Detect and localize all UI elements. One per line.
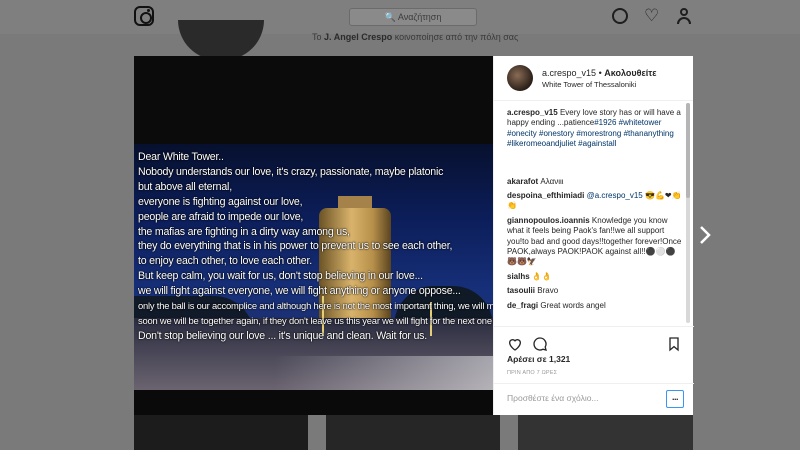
comment-text: Great words angel xyxy=(540,300,606,310)
comment-text: 👌👌 xyxy=(531,271,552,281)
photo-text-line: only the ball is our accomplice and alth… xyxy=(138,300,493,312)
user-icon[interactable] xyxy=(677,8,691,24)
hashtag-link[interactable]: #morestrong xyxy=(576,129,621,138)
hashtag-link[interactable]: #likeromeoandjuliet xyxy=(507,139,576,148)
profile-name: J. Angel Crespo xyxy=(324,32,393,42)
avatar[interactable] xyxy=(507,65,533,91)
bookmark-icon[interactable] xyxy=(666,336,682,352)
next-arrow-icon[interactable] xyxy=(699,225,711,245)
follow-button[interactable]: Ακολουθείτε xyxy=(604,68,656,78)
comments-list[interactable]: a.crespo_v15 Every love story has or wil… xyxy=(507,108,685,322)
photo-text-line: people are afraid to impede our love, xyxy=(138,210,304,223)
hashtag-link[interactable]: #againstall xyxy=(578,139,616,148)
search-icon: 🔍 xyxy=(384,12,396,22)
post-modal: Dear White Tower.. Nobody understands ou… xyxy=(134,56,694,415)
photo-text-line: to enjoy each other, to love each other. xyxy=(138,255,312,268)
comment-icon[interactable] xyxy=(532,336,548,352)
separator-dot: • xyxy=(598,67,602,78)
header-text: a.crespo_v15 • Ακολουθείτε White Tower o… xyxy=(542,68,657,89)
post-caption: a.crespo_v15 Every love story has or wil… xyxy=(507,108,685,150)
caption-username[interactable]: a.crespo_v15 xyxy=(507,108,558,117)
comment-username[interactable]: despoina_efthimiadi xyxy=(507,191,584,200)
background-thumbnail[interactable] xyxy=(326,415,500,450)
comments-scrollbar[interactable] xyxy=(686,103,690,323)
action-bar xyxy=(494,326,694,356)
header-top-line: a.crespo_v15 • Ακολουθείτε xyxy=(542,68,657,78)
hashtag-link[interactable]: #onecity xyxy=(507,129,537,138)
background-profile-line: Το J. Angel Crespo κοινοποίησε από την π… xyxy=(312,32,518,42)
background-profile-picture xyxy=(178,20,264,60)
comment: sialhs 👌👌 xyxy=(507,272,685,282)
search-bar[interactable]: 🔍 Αναζήτηση xyxy=(349,8,477,26)
mention-link[interactable]: @a.crespo_v15 xyxy=(587,191,643,200)
background-thumbnail[interactable] xyxy=(518,415,693,450)
comment: akarafot Αλανιιι xyxy=(507,177,685,187)
comment-input[interactable] xyxy=(507,393,657,403)
likes-count[interactable]: Αρέσει σε 1,321 xyxy=(507,354,570,364)
photo-text-line: they do everything that is in his power … xyxy=(138,240,453,253)
comment-username[interactable]: sialhs xyxy=(507,272,530,281)
photo-overlay-text: Dear White Tower.. Nobody understands ou… xyxy=(138,150,493,344)
comment: despoina_efthimiadi @a.crespo_v15 😎💪❤👏👏 xyxy=(507,191,685,212)
photo-text-line: everyone is fighting against our love, xyxy=(138,195,303,208)
comment: giannopoulos.ioannis Knowledge you know … xyxy=(507,216,685,268)
photo-text-line: we will fight against everyone, we will … xyxy=(138,285,461,298)
comment-box: ... xyxy=(494,383,694,415)
comment-username[interactable]: de_fragi xyxy=(507,301,538,310)
hashtag-link[interactable]: #onestory xyxy=(539,129,574,138)
comment: tasoulii Bravo xyxy=(507,286,685,296)
heart-icon[interactable]: ♡ xyxy=(644,7,659,24)
compass-icon[interactable] xyxy=(612,8,628,24)
photo-text-line: the mafias are fighting in a dirty way a… xyxy=(138,225,350,238)
photo-text-line: soon we will be together again, if they … xyxy=(138,314,493,326)
photo-text-line: Nobody understands our love, it's crazy,… xyxy=(138,165,444,178)
post-timestamp[interactable]: ΠΡΙΝ ΑΠΟ 7 ΩΡΕΣ xyxy=(507,370,557,376)
background-thumbnail[interactable] xyxy=(134,415,308,450)
comment-text: Αλανιιι xyxy=(540,176,564,186)
hashtag-link[interactable]: #1926 xyxy=(594,118,616,127)
post-header: a.crespo_v15 • Ακολουθείτε White Tower o… xyxy=(494,56,693,101)
profile-suffix: κοινοποίησε από την πόλη σας xyxy=(394,32,519,42)
hashtag-link[interactable]: #thananything xyxy=(624,129,674,138)
post-location[interactable]: White Tower of Thessaloniki xyxy=(542,80,657,89)
hashtag-link[interactable]: #whitetower xyxy=(619,118,662,127)
post-photo[interactable]: Dear White Tower.. Nobody understands ou… xyxy=(134,56,493,415)
comment-username[interactable]: giannopoulos.ioannis xyxy=(507,216,590,225)
photo-text-line: But keep calm, you wait for us, don't st… xyxy=(138,270,423,283)
comment: de_fragi Great words angel xyxy=(507,301,685,311)
photo-text-line: but above all eternal, xyxy=(138,180,232,193)
instagram-logo-icon[interactable] xyxy=(134,6,154,26)
photo-text-line: Don't stop believing our love ... it's u… xyxy=(138,329,427,342)
like-icon[interactable] xyxy=(507,336,523,352)
more-options-button[interactable]: ... xyxy=(666,390,684,408)
profile-prefix: Το xyxy=(312,32,322,42)
comment-username[interactable]: akarafot xyxy=(507,177,538,186)
search-placeholder: Αναζήτηση xyxy=(397,12,442,22)
photo-text-line: Dear White Tower.. xyxy=(138,151,224,163)
comment-text: Bravo xyxy=(537,286,559,296)
photo-bottom-strip xyxy=(134,390,493,415)
post-sidebar: a.crespo_v15 • Ακολουθείτε White Tower o… xyxy=(493,56,694,415)
scrollbar-thumb[interactable] xyxy=(686,103,690,198)
post-username[interactable]: a.crespo_v15 xyxy=(542,68,596,78)
comment-username[interactable]: tasoulii xyxy=(507,286,535,295)
